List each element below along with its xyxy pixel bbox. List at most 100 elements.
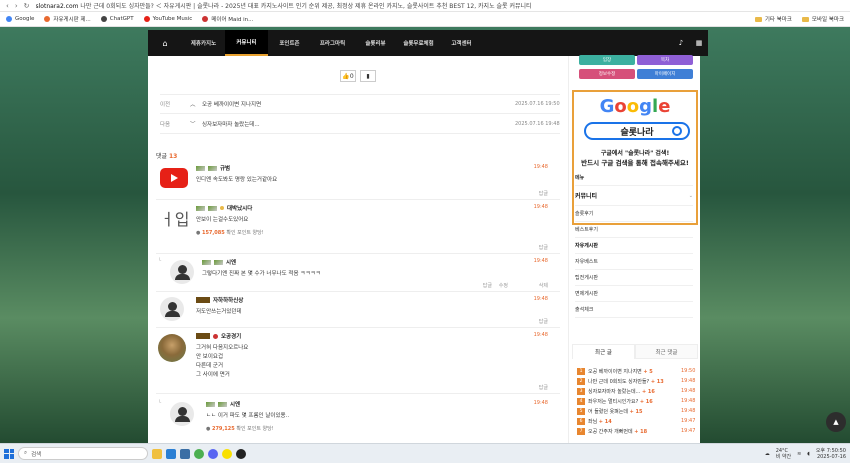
- sidebar-menu: 메뉴 커뮤니티 ⌄ 슬롯후기 베스트후기 자유게시판 자유베스트 팁전게시판 면제…: [575, 170, 693, 318]
- file-explorer-icon[interactable]: [152, 448, 162, 459]
- sidebar-item-exempt-board[interactable]: 면제게시판: [575, 286, 693, 302]
- bookmark-label: 메이어 Maid in...: [211, 17, 254, 23]
- nav-item-support[interactable]: 고객센터: [440, 30, 483, 56]
- rank-badge: 2: [577, 377, 585, 385]
- app-icon[interactable]: [236, 448, 246, 459]
- forward-icon[interactable]: ›: [15, 2, 18, 10]
- delete-button[interactable]: 삭제: [539, 282, 548, 289]
- scroll-top-button[interactable]: ▲: [826, 412, 846, 432]
- reply-button[interactable]: 답글: [483, 282, 492, 289]
- bookmark-folder-mobile[interactable]: 모바일 북마크: [801, 15, 844, 23]
- mypage-button[interactable]: 마이페이지: [637, 69, 693, 79]
- menu-header[interactable]: 메뉴: [575, 170, 693, 186]
- chrome-icon[interactable]: [194, 448, 204, 459]
- sidebar-item-slot-review[interactable]: 슬롯후기: [575, 206, 693, 222]
- recent-post-item[interactable]: 7 오공 간주자 개뻐먼데 + 18 19:47: [577, 426, 695, 436]
- bookmark-folder-other[interactable]: 기타 북마크: [754, 15, 792, 23]
- bookmark-chatgpt[interactable]: ChatGPT: [100, 16, 134, 22]
- comment-time: 19:48: [533, 296, 548, 302]
- comment-text: 저도안쓰는거있던데: [196, 309, 242, 315]
- community-header[interactable]: 커뮤니티 ⌄: [575, 186, 693, 206]
- bell-icon[interactable]: ♪: [672, 30, 690, 56]
- weather-icon: ☁: [764, 450, 770, 457]
- store-icon[interactable]: [180, 448, 190, 459]
- comment-author: 규범: [196, 164, 230, 172]
- recent-post-item[interactable]: 1 오공 베까이이변 지나지면 + 5 19:50: [577, 366, 695, 376]
- sidebar-item-attendance[interactable]: 출석체크: [575, 302, 693, 318]
- nav-item-community[interactable]: 커뮤니티: [225, 30, 268, 56]
- back-icon[interactable]: ‹: [6, 2, 9, 10]
- prev-post-link[interactable]: 이전 ︿ 오공 베까이이변 지나지면 2025.07.16 19:50: [160, 94, 560, 114]
- sidebar-item-tip-board[interactable]: 팁전게시판: [575, 270, 693, 286]
- edge-icon[interactable]: [166, 448, 176, 459]
- reply-button[interactable]: 답글: [539, 318, 548, 325]
- recent-post-item[interactable]: 3 싱자보자마자 놀랐는데... + 16 19:48: [577, 386, 695, 396]
- recent-title: 어 들렸던 옷펴는데: [588, 408, 628, 415]
- toc-button[interactable]: 목차: [637, 55, 693, 65]
- home-icon[interactable]: ⌂: [148, 30, 182, 56]
- like-button[interactable]: 👍 0: [340, 70, 356, 82]
- bookmark-button[interactable]: ▮: [360, 70, 376, 82]
- sidebar-item-free-best[interactable]: 자유베스트: [575, 254, 693, 270]
- next-date: 2025.07.16 19:48: [515, 120, 560, 127]
- windows-start-icon[interactable]: [4, 448, 14, 459]
- level-icon: [208, 205, 217, 211]
- person-body: [174, 274, 190, 280]
- nav-item-point-zone[interactable]: 포인트존: [268, 30, 311, 56]
- comment-item: └ 시엔 그렇다기엔 진짜 본 몇 수가 너무나도 적음 ㅋㅋㅋㅋ 19:48 …: [156, 254, 560, 292]
- next-post-link[interactable]: 다음 ﹀ 싱자보자마자 놀랐는데... 2025.07.16 19:48: [160, 114, 560, 134]
- nav-item-slot-review[interactable]: 슬롯리뷰: [354, 30, 397, 56]
- rank-badge: 5: [577, 407, 585, 415]
- speaker-icon[interactable]: ◖: [807, 451, 810, 457]
- bookmark-youtube-music[interactable]: YouTube Music: [143, 16, 192, 22]
- points-value: 157,085: [201, 230, 225, 236]
- reply-button[interactable]: 답글: [539, 190, 548, 197]
- post-content: 👍 0 ▮ 이전 ︿ 오공 베까이이변 지나지면 2025.07.16 19:50…: [148, 56, 568, 443]
- address-bar[interactable]: slotnara2.com 나만 근데 0회되도 싱자만들? ＜ 자유게시판 |…: [36, 1, 845, 10]
- clock[interactable]: 오후 7:50:50 2025-07-16: [816, 448, 846, 460]
- edit-button[interactable]: 수정: [499, 282, 508, 289]
- login-button[interactable]: 입장: [579, 55, 635, 65]
- reply-arrow-icon: └: [158, 258, 162, 264]
- edit-info-button[interactable]: 정보수정: [579, 69, 635, 79]
- coin-icon: ●: [196, 230, 201, 236]
- arrow-up-icon: ▲: [833, 418, 839, 426]
- discord-icon[interactable]: [208, 448, 218, 459]
- nav-item-pragmatic[interactable]: 프라그마틱: [311, 30, 354, 56]
- comment-count-label: 댓글: [156, 153, 168, 160]
- tab-recent-comments[interactable]: 최근 댓글: [635, 344, 698, 359]
- recent-post-item[interactable]: 5어 들렸던 옷펴는데 + 15 19:48: [577, 406, 695, 416]
- nav-item-free-slot[interactable]: 슬롯무료체험: [397, 30, 440, 56]
- recent-time: 19:47: [681, 418, 696, 424]
- recent-post-item[interactable]: 6 좌님 + 14 19:47: [577, 416, 695, 426]
- person-body: [174, 416, 190, 422]
- taskbar-search[interactable]: ⌕ 검색: [18, 447, 148, 460]
- recent-time: 19:48: [681, 388, 696, 394]
- weather[interactable]: 24°C 비 약간: [776, 448, 791, 460]
- comment-author: 오공경기: [196, 332, 241, 340]
- bookmark-free-board[interactable]: 자유게시판 제...: [44, 15, 91, 23]
- bookmark-label: ChatGPT: [109, 16, 134, 22]
- bookmark-google[interactable]: Google: [6, 16, 34, 22]
- tab-recent-posts[interactable]: 최근 글: [572, 344, 635, 359]
- reload-icon[interactable]: ↻: [24, 2, 30, 10]
- like-count: 0: [349, 72, 354, 80]
- recent-post-item[interactable]: 2 나만 근데 0회되도 싱자만들? + 13 19:48: [577, 376, 695, 386]
- system-tray: ☁ 24°C 비 약간 ≋ ◖ 오후 7:50:50 2025-07-16: [765, 448, 846, 460]
- kakaotalk-icon[interactable]: [222, 448, 232, 459]
- reply-button[interactable]: 답글: [539, 384, 548, 391]
- youtube-music-icon: [143, 16, 150, 22]
- recent-post-item[interactable]: 4 좌우저는 멀티시인가요? + 16 19:48: [577, 396, 695, 406]
- wifi-icon[interactable]: ≋: [797, 451, 801, 457]
- reply-button[interactable]: 답글: [539, 244, 548, 251]
- nav-item-partner-casino[interactable]: 제휴카지노: [182, 30, 225, 56]
- recent-count: + 14: [598, 418, 612, 425]
- search-icon: ⌕: [24, 450, 28, 456]
- weather-desc: 비 약간: [775, 453, 792, 460]
- points-line: ● 279,125 확인 포인트 양당!: [206, 425, 274, 432]
- sidebar-item-best-review[interactable]: 베스트후기: [575, 222, 693, 238]
- grid-menu-icon[interactable]: ▦: [690, 30, 708, 56]
- points-suffix: 확인 포인트 양당!: [236, 426, 274, 432]
- sidebar-item-free-board[interactable]: 자유게시판: [575, 238, 693, 254]
- bookmark-maid[interactable]: 메이어 Maid in...: [202, 15, 253, 23]
